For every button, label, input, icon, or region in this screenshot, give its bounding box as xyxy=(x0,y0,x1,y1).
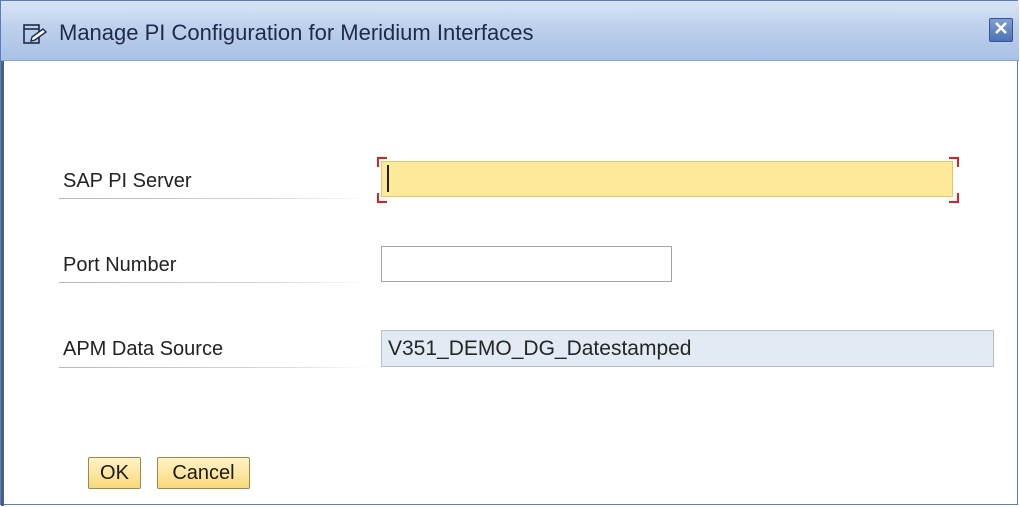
label-underline xyxy=(59,198,371,199)
cancel-button[interactable]: Cancel xyxy=(157,457,250,489)
close-button[interactable] xyxy=(989,18,1013,42)
port-number-input[interactable] xyxy=(381,246,672,282)
required-marker xyxy=(949,193,959,203)
ok-button[interactable]: OK xyxy=(88,457,141,489)
sap-pi-server-input[interactable] xyxy=(381,161,953,197)
dialog-title: Manage PI Configuration for Meridium Int… xyxy=(59,20,534,45)
sap-pi-server-label: SAP PI Server xyxy=(63,170,192,192)
apm-data-source-label: APM Data Source xyxy=(63,338,224,360)
label-underline xyxy=(59,367,371,368)
required-marker xyxy=(377,157,387,167)
label-underline xyxy=(59,282,371,283)
required-marker xyxy=(949,157,959,167)
title-bar: Manage PI Configuration for Meridium Int… xyxy=(1,1,1019,61)
edit-window-icon xyxy=(23,23,48,45)
close-icon xyxy=(994,21,1008,40)
port-number-label: Port Number xyxy=(63,254,177,276)
required-marker xyxy=(377,193,387,203)
text-caret xyxy=(387,165,389,192)
window-left-border xyxy=(1,61,4,506)
apm-data-source-field: V351_DEMO_DG_Datestamped xyxy=(381,330,994,367)
dialog-window: Manage PI Configuration for Meridium Int… xyxy=(0,0,1019,506)
